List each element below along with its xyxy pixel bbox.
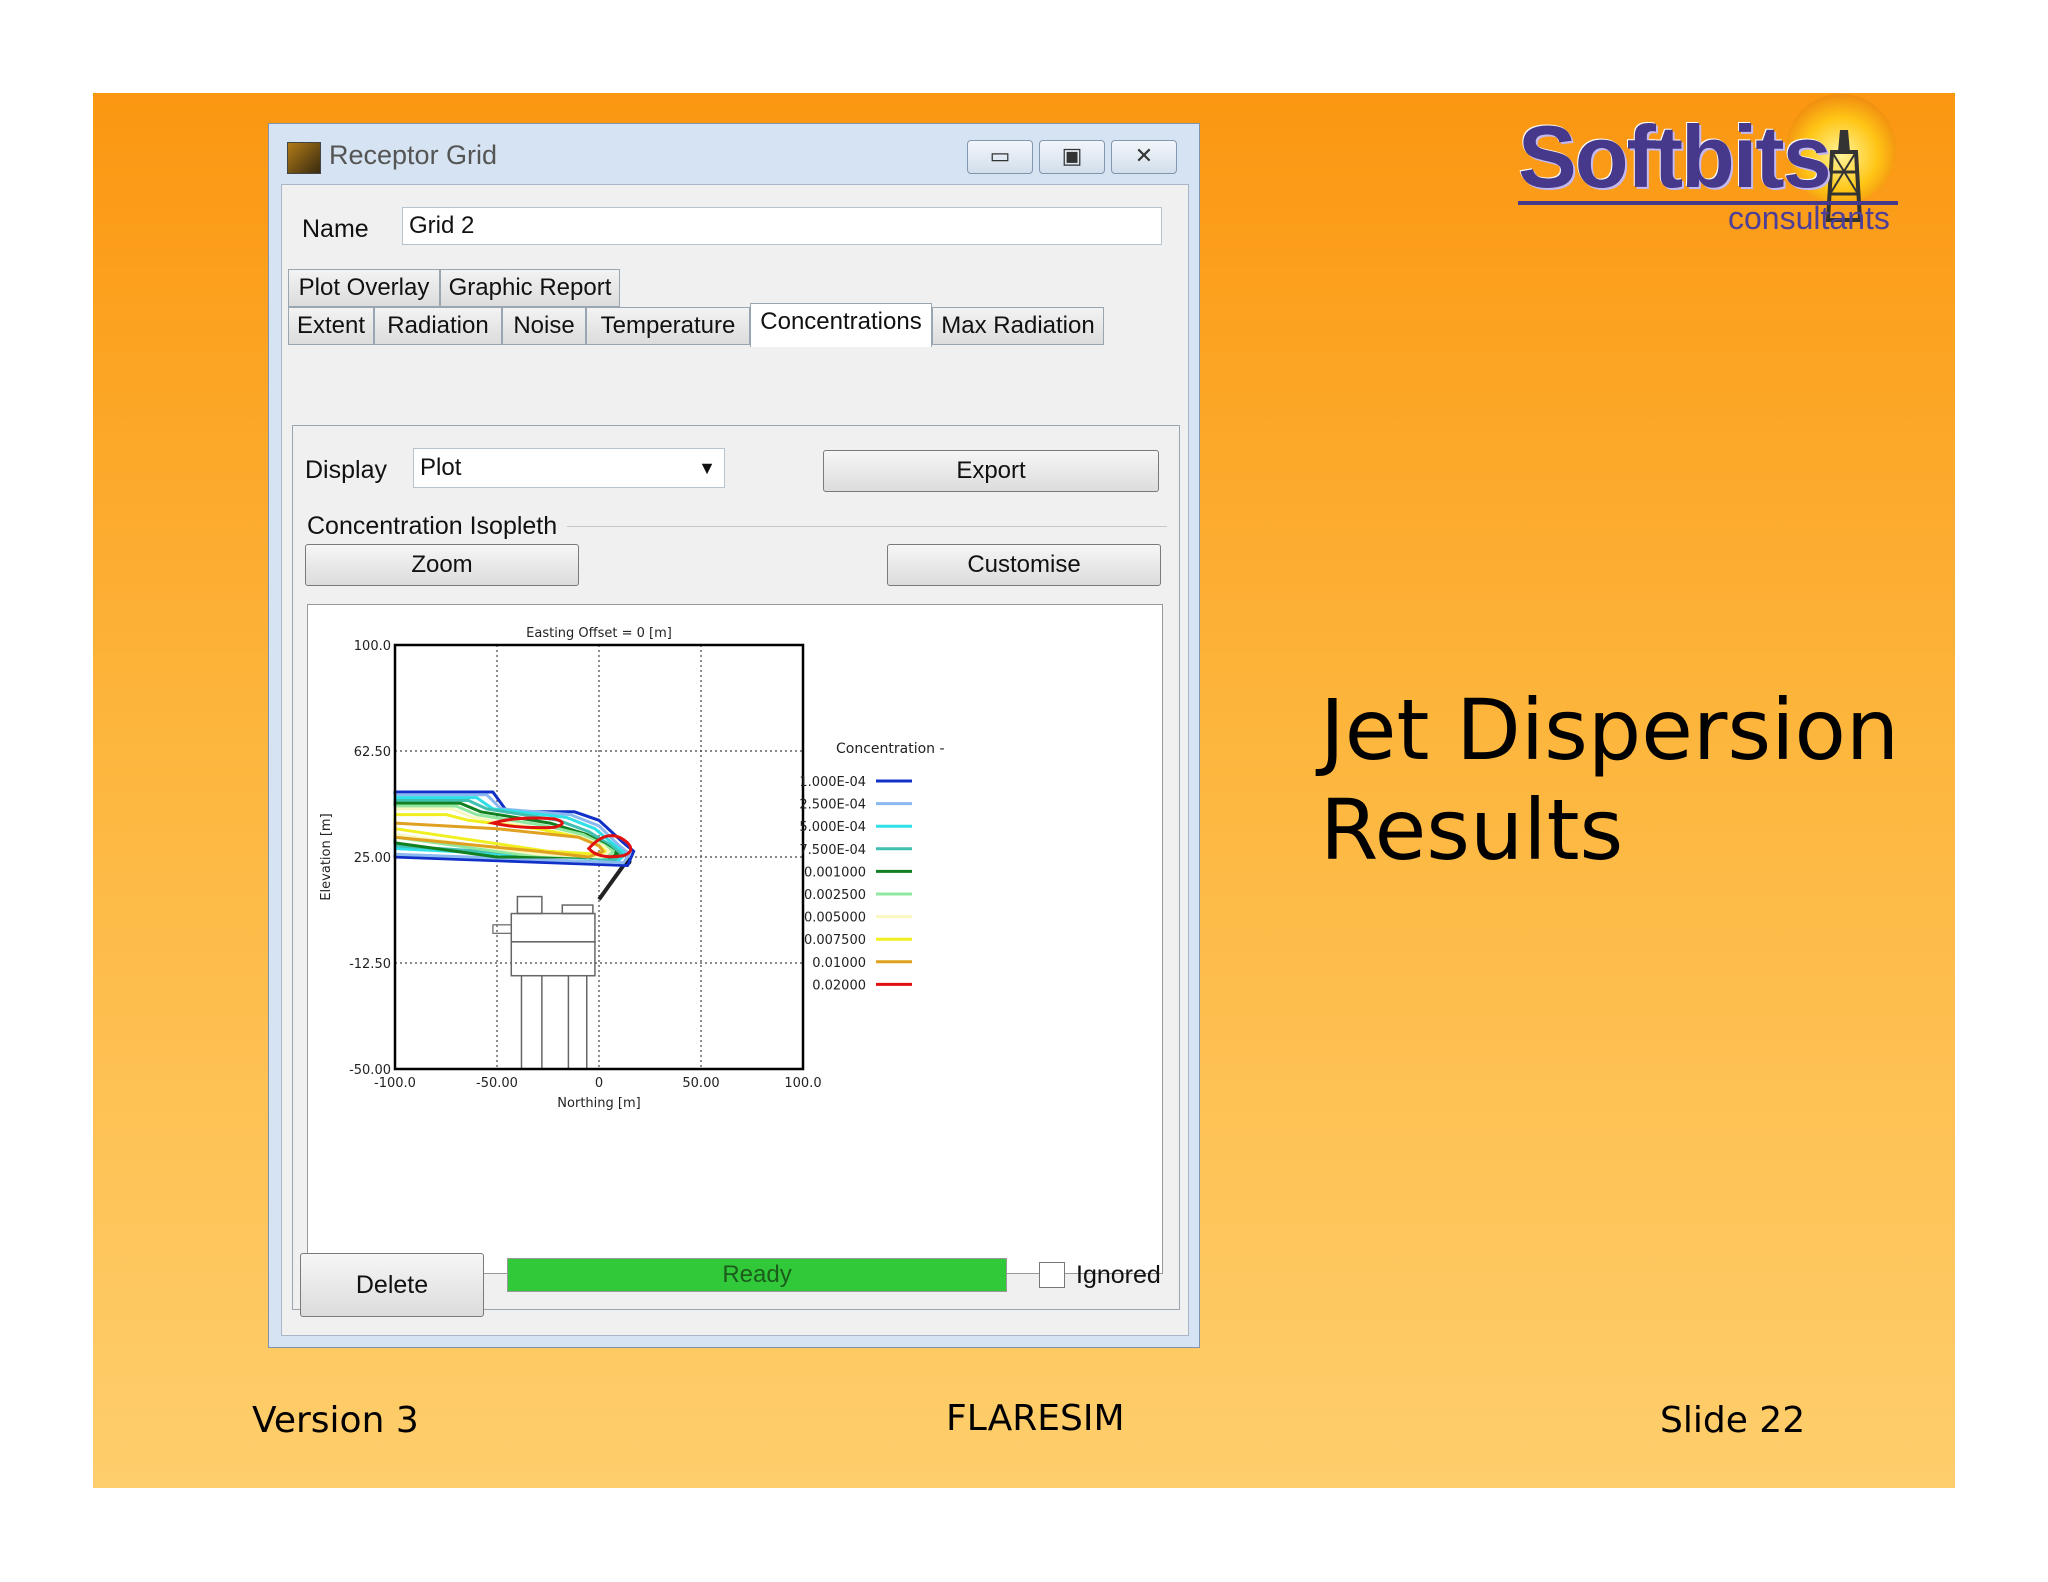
app-icon — [287, 142, 321, 174]
plot-area[interactable]: -100.0 -50.00 0 50.00 100.0 100.0 62.50 25.00 -1… — [307, 604, 1163, 1274]
group-divider — [567, 526, 1167, 527]
legend-label: 0.005000 — [804, 911, 866, 926]
display-label: Display — [305, 456, 387, 484]
y-tick-label: 62.50 — [354, 745, 391, 760]
slide-title-line1: Jet Dispersion — [1320, 681, 1900, 779]
footer-slide-number: Slide 22 — [1660, 1400, 1806, 1441]
slide-title-line2: Results — [1320, 781, 1624, 879]
close-button[interactable]: ✕ — [1111, 140, 1177, 174]
x-tick-label: 100.0 — [784, 1076, 821, 1091]
zoom-button[interactable]: Zoom — [305, 544, 579, 586]
x-tick-label: -50.00 — [476, 1076, 518, 1091]
slide-title: Jet Dispersion Results — [1320, 680, 1899, 880]
display-select-value: Plot — [420, 454, 462, 481]
tab-plot-overlay[interactable]: Plot Overlay — [288, 269, 440, 307]
legend-label: 0.002500 — [804, 888, 866, 903]
tab-extent[interactable]: Extent — [288, 307, 374, 345]
platform-hut — [516, 895, 543, 915]
tab-max-radiation[interactable]: Max Radiation — [932, 307, 1104, 345]
chevron-down-icon: ▼ — [698, 458, 716, 478]
y-tick-label: 100.0 — [354, 639, 391, 654]
platform-deck — [510, 941, 596, 977]
export-button[interactable]: Export — [823, 450, 1159, 492]
platform-module — [510, 912, 596, 943]
legend-label: 5.000E-04 — [799, 820, 866, 835]
legend-label: 0.001000 — [804, 865, 866, 880]
legend-label: 0.007500 — [804, 933, 866, 948]
customise-button[interactable]: Customise — [887, 544, 1161, 586]
concentration-chart: -100.0 -50.00 0 50.00 100.0100.062.5025.00-1… — [319, 626, 945, 1111]
tab-graphic-report[interactable]: Graphic Report — [440, 269, 620, 307]
logo-wordmark: Softbits — [1518, 107, 1832, 206]
tab-temperature[interactable]: Temperature — [586, 307, 750, 345]
footer-product: FLARESIM — [946, 1398, 1125, 1439]
status-text: Ready — [722, 1261, 792, 1288]
legend-label: 0.02000 — [812, 978, 866, 993]
maximize-button[interactable]: ▣ — [1039, 140, 1105, 174]
x-axis-label: Northing [m] — [557, 1096, 640, 1111]
legend-title: Concentration - — [836, 741, 945, 757]
tab-noise[interactable]: Noise — [502, 307, 586, 345]
footer-version: Version 3 — [252, 1400, 419, 1441]
y-tick-label: -50.00 — [349, 1063, 391, 1078]
softbits-logo: Softbits consultants — [1518, 94, 1904, 244]
ignored-checkbox[interactable] — [1039, 1262, 1065, 1288]
tab-concentrations[interactable]: Concentrations — [750, 303, 932, 347]
concentrations-panel: Display Plot ▼ Export Concentration Isop… — [292, 425, 1180, 1310]
window-client-area: Name Grid 2 Plot Overlay Graphic Report … — [281, 184, 1189, 1336]
legend-label: 7.500E-04 — [799, 843, 866, 858]
x-tick-label: 0 — [595, 1076, 603, 1091]
status-progress-bar: Ready — [507, 1258, 1007, 1292]
y-axis-label: Elevation [m] — [319, 813, 334, 900]
minimize-button[interactable]: ▭ — [967, 140, 1033, 174]
y-tick-label: 25.00 — [354, 851, 391, 866]
y-tick-label: -12.50 — [349, 957, 391, 972]
ignored-label: Ignored — [1076, 1261, 1161, 1289]
logo-subtitle: consultants — [1728, 200, 1890, 236]
name-label: Name — [302, 215, 369, 243]
x-tick-label: -100.0 — [374, 1076, 416, 1091]
name-field[interactable]: Grid 2 — [402, 207, 1162, 245]
legend-label: 2.500E-04 — [799, 798, 866, 813]
window-title: Receptor Grid — [329, 140, 498, 170]
display-select[interactable]: Plot ▼ — [413, 448, 725, 488]
legend-label: 0.01000 — [812, 956, 866, 971]
platform-hut — [561, 904, 594, 915]
delete-button[interactable]: Delete — [300, 1253, 484, 1317]
x-tick-label: 50.00 — [682, 1076, 719, 1091]
chart-title: Easting Offset = 0 [m] — [526, 626, 672, 641]
legend-label: 1.000E-04 — [799, 775, 866, 790]
receptor-grid-window: Receptor Grid ▭ ▣ ✕ Name Grid 2 Plot Ove… — [268, 123, 1200, 1348]
platform-crane — [492, 924, 512, 934]
isopleth-group-label: Concentration Isopleth — [307, 512, 558, 540]
tab-radiation[interactable]: Radiation — [374, 307, 502, 345]
